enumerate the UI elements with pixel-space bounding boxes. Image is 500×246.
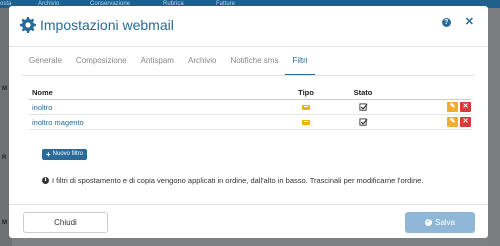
settings-modal: Impostazioni webmail ? ✕ Generale Compos… [9, 6, 488, 238]
checked-icon[interactable] [358, 118, 368, 127]
col-header-stato: Stato [353, 88, 373, 97]
tipo-cell [279, 103, 333, 112]
tipo-cell [279, 118, 333, 127]
filter-name-link[interactable]: inoltro [29, 103, 279, 112]
tab-archivio[interactable]: Archivio [181, 54, 223, 76]
tab-filtri[interactable]: Filtri [285, 54, 315, 76]
tab-generale[interactable]: Generale [22, 54, 69, 76]
close-icon[interactable]: ✕ [465, 17, 474, 28]
stato-cell [333, 117, 393, 127]
info-text: I filtri di spostamento e di copia vengo… [52, 176, 424, 185]
plus-icon: + [46, 150, 51, 159]
tabs-divider [22, 75, 475, 76]
filter-name-link[interactable]: inoltro magento [29, 118, 279, 127]
modal-title: Impostazioni webmail [20, 17, 174, 33]
header-icons: ? ✕ [441, 17, 474, 28]
settings-tabs: Generale Composizione Antispam Archivio … [22, 54, 315, 76]
info-note: i I filtri di spostamento e di copia ven… [42, 176, 423, 185]
footer-divider [9, 204, 488, 205]
row-actions: ✎ ✕ [393, 117, 471, 127]
row-actions: ✎ ✕ [393, 102, 471, 112]
checked-icon[interactable] [358, 103, 368, 112]
save-label: Salva [434, 218, 455, 227]
modal-title-text: Impostazioni webmail [40, 17, 174, 33]
app-right-area [488, 8, 500, 246]
gear-icon [20, 17, 36, 33]
delete-button[interactable]: ✕ [460, 102, 471, 112]
tab-notifiche-sms[interactable]: Notifiche sms [223, 54, 285, 76]
question-circle-icon[interactable]: ? [441, 18, 451, 27]
envelope-icon [302, 104, 310, 110]
table-row[interactable]: inoltro magento ✎ ✕ [29, 115, 471, 130]
table-header: Nome Tipo Stato [29, 86, 471, 100]
new-filter-label: Nuovo filtro [52, 151, 84, 157]
app-stub: R [2, 155, 7, 161]
edit-button[interactable]: ✎ [447, 102, 458, 112]
edit-button[interactable]: ✎ [447, 117, 458, 127]
table-row[interactable]: inoltro ✎ ✕ [29, 100, 471, 115]
col-header-nome: Nome [32, 88, 53, 97]
col-header-tipo: Tipo [298, 88, 314, 97]
filters-table: Nome Tipo Stato inoltro ✎ ✕ inoltro mage… [29, 86, 471, 130]
tab-antispam[interactable]: Antispam [134, 54, 181, 76]
save-button[interactable]: ✓ Salva [405, 212, 475, 233]
stato-cell [333, 102, 393, 112]
app-stub: M [2, 220, 7, 226]
check-circle-icon: ✓ [424, 219, 432, 226]
tab-composizione[interactable]: Composizione [69, 54, 134, 76]
close-button[interactable]: Chiudi [23, 212, 108, 233]
info-icon: i [42, 177, 49, 184]
delete-button[interactable]: ✕ [460, 117, 471, 127]
envelope-icon [302, 119, 310, 125]
app-stub: M [2, 86, 7, 92]
header-divider [9, 46, 488, 47]
new-filter-button[interactable]: + Nuovo filtro [42, 149, 88, 160]
